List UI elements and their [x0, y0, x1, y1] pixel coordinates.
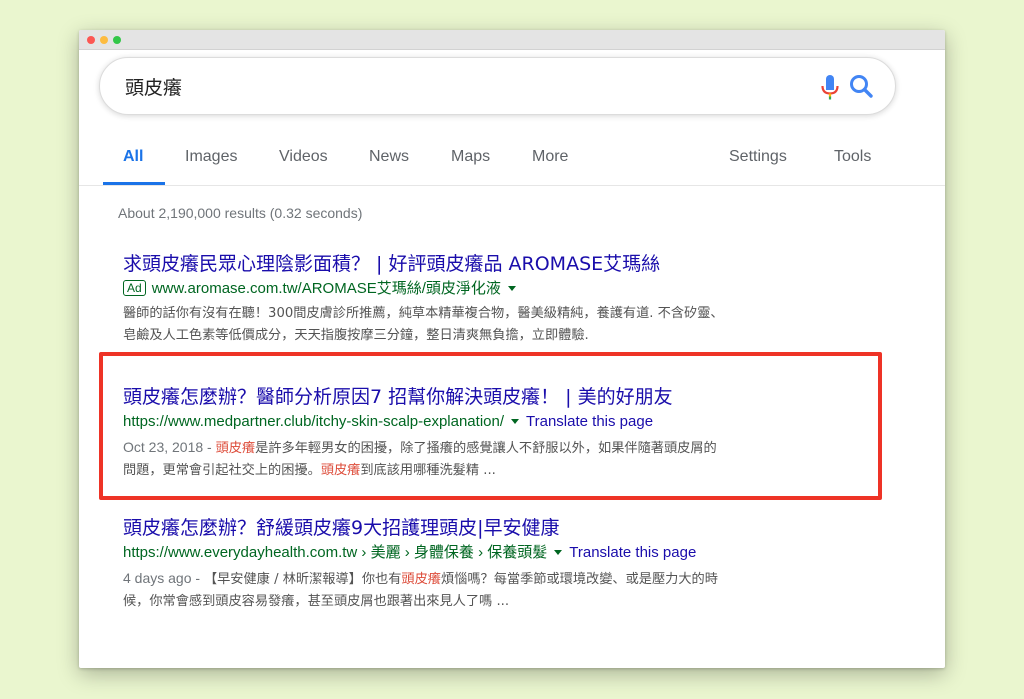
keyword-highlight: 頭皮癢	[401, 572, 441, 587]
close-window-icon[interactable]	[87, 36, 95, 44]
result-title-link[interactable]: 頭皮癢怎麼辦？舒緩頭皮癢9大招護理頭皮|早安健康	[123, 516, 883, 540]
caret-down-icon[interactable]	[554, 550, 563, 555]
result-url-line: https://www.everydayhealth.com.tw › 美麗 ›…	[123, 543, 883, 562]
translate-link[interactable]: Translate this page	[569, 544, 696, 561]
tab-more[interactable]: More	[532, 148, 568, 166]
tab-tools[interactable]: Tools	[834, 148, 871, 166]
search-icon[interactable]	[845, 70, 879, 104]
tab-settings[interactable]: Settings	[729, 148, 787, 166]
result-date: 4 days ago -	[123, 570, 204, 586]
caret-down-icon[interactable]	[507, 286, 516, 291]
search-tabs: All Images Videos News Maps More Setting…	[79, 126, 945, 186]
search-result: 頭皮癢怎麼辦？舒緩頭皮癢9大招護理頭皮|早安健康 https://www.eve…	[123, 516, 883, 613]
result-stats: About 2,190,000 results (0.32 seconds)	[118, 205, 363, 221]
maximize-window-icon[interactable]	[113, 36, 121, 44]
tab-images[interactable]: Images	[185, 148, 237, 166]
snippet-text: 皂鹼及人工色素等低價成分，天天指腹按摩三分鐘，整日清爽無負擔，立即體驗.	[123, 328, 589, 343]
annotation-highlight-box	[99, 352, 882, 500]
microphone-icon[interactable]	[815, 72, 845, 102]
ad-badge: Ad	[123, 280, 146, 296]
result-snippet: 4 days ago - 【早安健康 / 林昕潔報導】你也有頭皮癢煩惱嗎？每當季…	[123, 567, 883, 613]
result-url-line: Ad www.aromase.com.tw/AROMASE艾瑪絲/頭皮淨化液	[123, 279, 883, 298]
snippet-text: 煩惱嗎？每當季節或環境改變、或是壓力大的時	[440, 572, 718, 587]
active-tab-indicator	[103, 182, 165, 185]
title-bar	[79, 30, 945, 50]
result-url[interactable]: www.aromase.com.tw/AROMASE艾瑪絲/頭皮淨化液	[152, 280, 501, 297]
tab-all[interactable]: All	[123, 148, 143, 166]
snippet-text: 【早安健康 / 林昕潔報導】你也有	[203, 572, 402, 587]
result-url[interactable]: https://www.everydayhealth.com.tw › 美麗 ›…	[123, 544, 547, 561]
minimize-window-icon[interactable]	[100, 36, 108, 44]
tab-news[interactable]: News	[369, 148, 409, 166]
search-input[interactable]	[125, 70, 765, 102]
result-snippet: 醫師的話你有沒有在聽！300間皮膚診所推薦，純草本精華複合物，醫美級精純，養護有…	[123, 303, 883, 347]
search-result-ad: 求頭皮癢民眾心理陰影面積？ | 好評頭皮癢品 AROMASE艾瑪絲 Ad www.…	[123, 252, 883, 347]
tab-maps[interactable]: Maps	[451, 148, 490, 166]
result-title-link[interactable]: 求頭皮癢民眾心理陰影面積？ | 好評頭皮癢品 AROMASE艾瑪絲	[123, 252, 883, 276]
snippet-text: 候，你常會感到頭皮容易發癢，甚至頭皮屑也跟著出來見人了嗎 ...	[123, 594, 510, 609]
tab-videos[interactable]: Videos	[279, 148, 328, 166]
snippet-text: 醫師的話你有沒有在聽！300間皮膚診所推薦，純草本精華複合物，醫美級精純，養護有…	[123, 306, 724, 321]
search-box[interactable]	[99, 57, 896, 115]
browser-window: All Images Videos News Maps More Setting…	[79, 30, 945, 668]
